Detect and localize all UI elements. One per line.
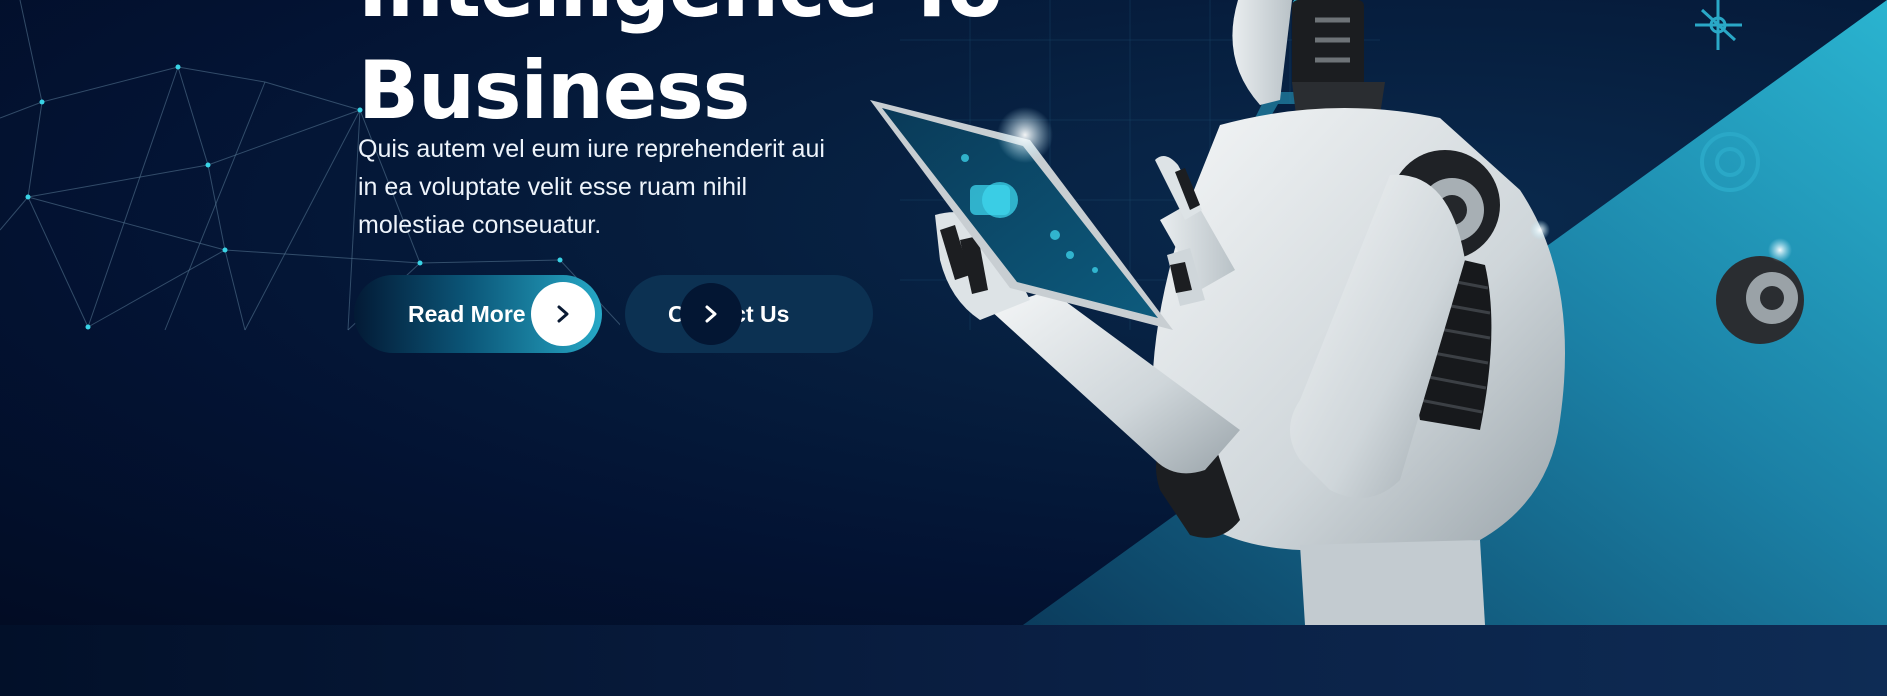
bottom-band [0,625,1887,696]
hero-section: Intelligence To Business Quis autem vel e… [0,0,1887,625]
chevron-right-icon [557,305,569,323]
contact-us-button[interactable]: Contact Us [625,275,873,353]
read-more-button[interactable]: Read More [354,275,602,353]
title-line-2: Business [358,44,750,137]
chevron-right-icon [705,305,717,323]
title-line-1: Intelligence To [358,0,1002,35]
contact-us-arrow [680,283,742,345]
page-title: Intelligence To Business [358,0,1002,142]
read-more-label: Read More [408,301,526,327]
hero-description: Quis autem vel eum iure reprehenderit au… [358,135,825,239]
read-more-arrow [531,282,595,346]
robot-illustration [870,0,1887,625]
